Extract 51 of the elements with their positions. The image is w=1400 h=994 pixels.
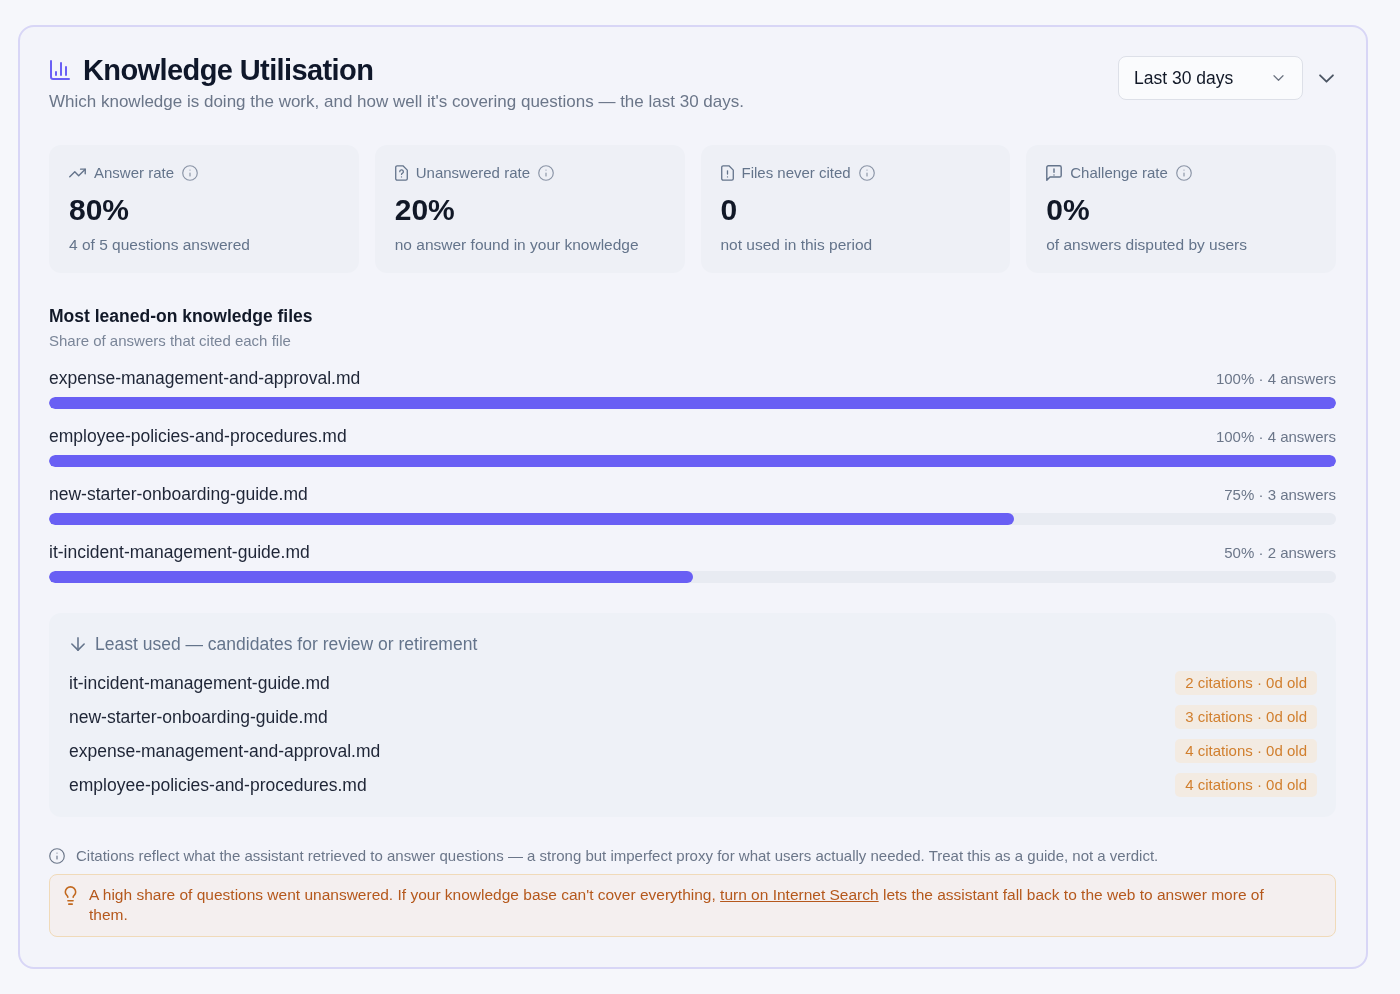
citation-badge: 3 citations · 0d old: [1175, 705, 1317, 729]
file-name: employee-policies-and-procedures.md: [69, 774, 367, 796]
info-icon: [49, 848, 65, 864]
period-select[interactable]: Last 30 days: [1118, 56, 1303, 100]
file-share-reading: 50% · 2 answers: [1224, 543, 1336, 563]
stat-label: Challenge rate: [1070, 163, 1168, 183]
file-name: employee-policies-and-procedures.md: [49, 425, 347, 447]
internet-search-link[interactable]: turn on Internet Search: [720, 886, 879, 903]
stat-caption: no answer found in your knowledge: [394, 235, 639, 255]
section-subtitle: Share of answers that cited each file: [49, 331, 291, 351]
info-icon: [858, 165, 875, 181]
stat-value: 20%: [394, 192, 455, 228]
stat-value: 80%: [69, 192, 130, 228]
stat-value: 0: [720, 192, 738, 228]
bar-chart-icon: [50, 60, 70, 80]
message-alert-icon: [1046, 165, 1063, 181]
stat-label: Answer rate: [94, 163, 175, 183]
arrow-down-icon: [71, 637, 85, 651]
stat-caption: of answers disputed by users: [1046, 235, 1247, 255]
stat-value: 0%: [1046, 192, 1090, 228]
file-share-reading: 100% · 4 answers: [1215, 427, 1336, 447]
file-share-reading: 75% · 3 answers: [1224, 485, 1336, 505]
page-subtitle: Which knowledge is doing the work, and how well it's covering questions — the last 30 days.: [49, 91, 744, 113]
stat-label: Files never cited: [741, 163, 851, 183]
file-name: expense-management-and-approval.md: [69, 740, 381, 762]
info-icon: [538, 165, 554, 181]
file-name: new-starter-onboarding-guide.md: [49, 483, 308, 505]
trending-up-icon: [69, 168, 86, 178]
citation-badge: 4 citations · 0d old: [1175, 739, 1317, 763]
stat-caption: not used in this period: [720, 235, 873, 255]
stat-label: Unanswered rate: [415, 163, 530, 183]
citation-badge: 4 citations · 0d old: [1175, 773, 1317, 797]
file-share-reading: 100% · 4 answers: [1215, 369, 1336, 389]
section-heading: Most leaned-on knowledge files: [49, 305, 313, 327]
file-name: it-incident-management-guide.md: [49, 541, 310, 563]
chevron-down-icon: [1273, 75, 1284, 81]
alert-message: A high share of questions went unanswered. If your knowledge base can't cover everything, turn on Internet Search lets the assistant fall back to the web to answer more of them.: [89, 885, 1265, 925]
chevron-down-icon: [1319, 73, 1334, 83]
file-alert-icon: [720, 165, 734, 181]
file-name: expense-management-and-approval.md: [49, 367, 361, 389]
file-name: new-starter-onboarding-guide.md: [69, 706, 328, 728]
info-icon: [1175, 165, 1192, 181]
citation-badge: 2 citations · 0d old: [1175, 671, 1317, 695]
panel-heading: Least used — candidates for review or retirement: [95, 633, 478, 655]
stat-caption: 4 of 5 questions answered: [69, 235, 250, 255]
lightbulb-icon: [64, 886, 77, 905]
file-question-icon: [394, 165, 408, 181]
info-icon: [182, 165, 199, 181]
file-name: it-incident-management-guide.md: [69, 672, 330, 694]
page-title: Knowledge Utilisation: [83, 53, 374, 88]
footnote-text: Citations reflect what the assistant retrieved to answer questions — a strong but imperfect proxy for what users actually needed. Treat this as a guide, not a verdict.: [76, 846, 1159, 866]
